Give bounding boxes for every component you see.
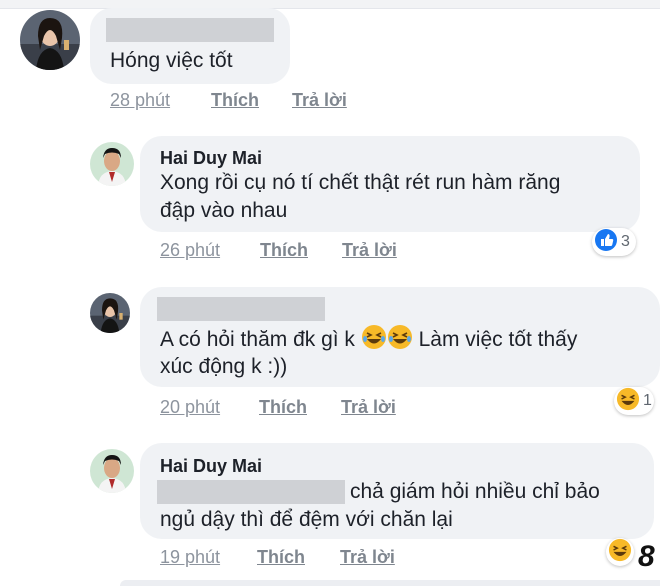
haha-icon xyxy=(387,324,413,359)
comment-text-line: xúc động k :)) xyxy=(160,355,288,378)
reply-link[interactable]: Trả lời xyxy=(342,240,397,261)
next-comment-edge xyxy=(120,580,660,586)
reply-link[interactable]: Trả lời xyxy=(340,547,395,568)
haha-icon xyxy=(608,538,632,567)
reaction-count: 3 xyxy=(621,233,630,250)
comment-time[interactable]: 26 phút xyxy=(160,240,220,261)
redacted-author-name xyxy=(106,18,274,42)
avatar[interactable] xyxy=(90,449,134,493)
comment-text-part: Làm việc tốt thấy xyxy=(418,328,578,351)
avatar[interactable] xyxy=(90,293,130,333)
comment-time[interactable]: 19 phút xyxy=(160,547,220,568)
reply-link[interactable]: Trả lời xyxy=(292,90,347,111)
comment-text-line: Xong rồi cụ nó tí chết thật rét run hàm … xyxy=(160,171,561,194)
reply-link[interactable]: Trả lời xyxy=(341,397,396,418)
like-thumb-icon xyxy=(594,228,618,257)
reaction-summary[interactable] xyxy=(606,538,634,566)
comment-text-line: đập vào nhau xyxy=(160,199,288,222)
like-link[interactable]: Thích xyxy=(211,90,259,111)
redacted-author-name xyxy=(157,297,325,321)
haha-icon xyxy=(361,324,387,359)
comment-time[interactable]: 28 phút xyxy=(110,90,170,111)
like-link[interactable]: Thích xyxy=(259,397,307,418)
comment-author[interactable]: Hai Duy Mai xyxy=(160,456,262,477)
like-link[interactable]: Thích xyxy=(260,240,308,261)
reaction-count: 1 xyxy=(643,392,652,409)
avatar[interactable] xyxy=(20,10,80,70)
comment-text-part: A có hỏi thăm đk gì k xyxy=(160,328,355,351)
redacted-text xyxy=(157,480,345,504)
comment-author[interactable]: Hai Duy Mai xyxy=(160,148,262,169)
comment-text-line: chả giám hỏi nhiều chỉ bảo xyxy=(350,480,600,503)
reaction-summary[interactable]: 1 xyxy=(614,387,654,415)
comment-time[interactable]: 20 phút xyxy=(160,397,220,418)
haha-icon xyxy=(616,387,640,416)
comment-text: Hóng việc tốt xyxy=(110,49,233,72)
top-divider xyxy=(0,0,660,9)
comment-text-line: ngủ dậy thì để đệm với chăn lại xyxy=(160,508,453,531)
avatar[interactable] xyxy=(90,142,134,186)
reaction-summary[interactable]: 3 xyxy=(592,228,636,256)
like-link[interactable]: Thích xyxy=(257,547,305,568)
watermark-number: 8 xyxy=(638,540,655,573)
